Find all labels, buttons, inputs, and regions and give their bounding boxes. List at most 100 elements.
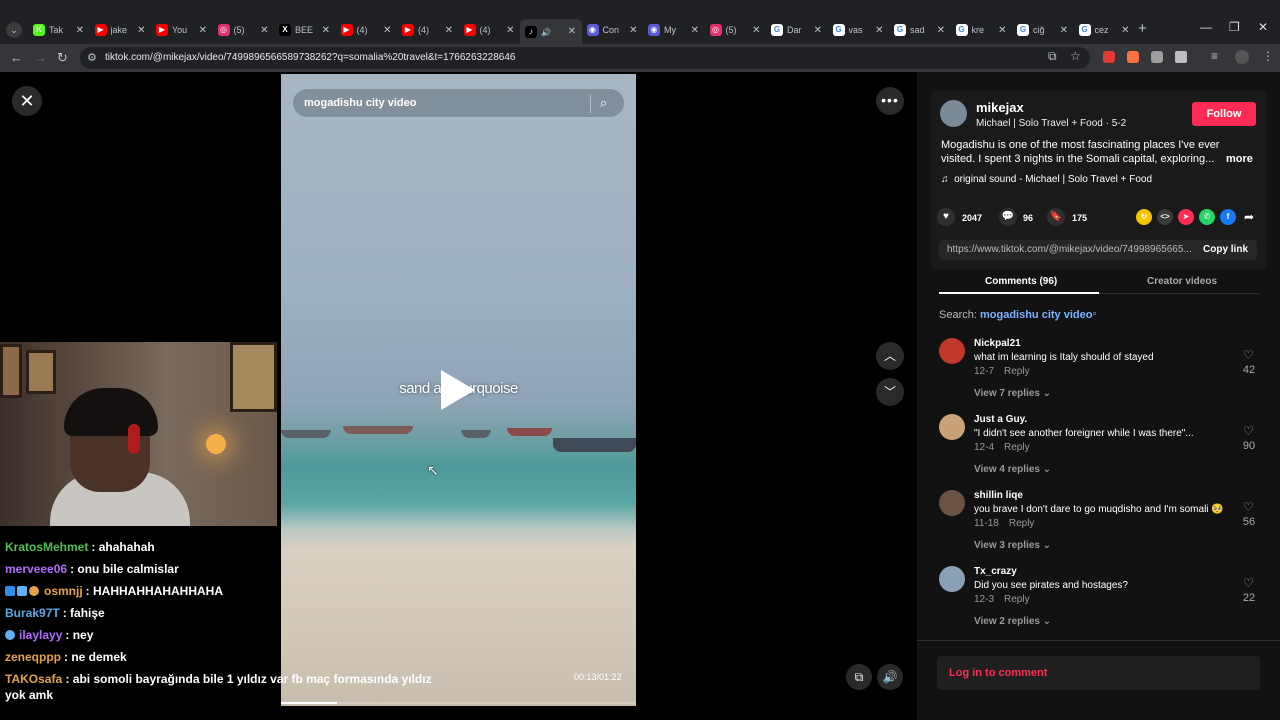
forward-icon[interactable]: → (34, 50, 47, 65)
view-replies-label[interactable]: View 4 replies (974, 464, 1040, 475)
browser-tab[interactable]: Gvas ✕ (828, 19, 890, 41)
browser-tab[interactable]: ▶ You ✕ (151, 19, 213, 41)
tab-close-icon[interactable]: ✕ (506, 25, 514, 36)
reply-button[interactable]: Reply (1009, 518, 1035, 529)
tab-close-icon[interactable]: ✕ (1121, 25, 1129, 36)
close-video-icon[interactable]: ✕ (12, 86, 42, 116)
view-replies-label[interactable]: View 2 replies (974, 616, 1040, 627)
tab-close-icon[interactable]: ✕ (814, 25, 822, 36)
tab-close-icon[interactable]: ✕ (322, 25, 330, 36)
site-info-icon[interactable]: ⚙ (87, 51, 97, 64)
login-to-comment-button[interactable]: Log in to comment (937, 656, 1260, 690)
browser-menu-icon[interactable]: ⋮ (1262, 49, 1274, 63)
floating-player-icon[interactable]: ⧉ (846, 664, 872, 690)
sound-link[interactable]: ♫ original sound - Michael | Solo Travel… (941, 174, 1152, 185)
media-control-icon[interactable]: ≡ (1211, 49, 1218, 63)
tab-close-icon[interactable]: ✕ (998, 25, 1006, 36)
extension-icon[interactable] (1103, 51, 1115, 63)
copy-link-button[interactable]: Copy link (1203, 244, 1248, 255)
browser-tab[interactable]: ◎ (5) ✕ (705, 19, 767, 41)
search-term-link[interactable]: mogadishu city video (980, 309, 1092, 321)
browser-tab[interactable]: G Dar ✕ (766, 19, 828, 41)
view-replies-label[interactable]: View 3 replies (974, 540, 1040, 551)
volume-icon[interactable]: 🔊 (877, 664, 903, 690)
tab-close-icon[interactable]: ✕ (260, 25, 268, 36)
comment-like-icon[interactable]: ♡ (1243, 576, 1254, 590)
facebook-icon[interactable]: f (1220, 209, 1236, 225)
follow-button[interactable]: Follow (1192, 102, 1256, 126)
send-to-friends-icon[interactable]: ➤ (1178, 209, 1194, 225)
comment-icon[interactable]: 💬 (999, 208, 1017, 226)
tab-close-icon[interactable]: ✕ (445, 25, 453, 36)
view-replies-button[interactable]: View 7 replies ⌄ (974, 388, 1051, 399)
comment-avatar[interactable] (939, 490, 965, 516)
browser-tab[interactable]: Gsad ✕ (889, 19, 951, 41)
more-options-icon[interactable]: ••• (876, 87, 904, 115)
tab-close-icon[interactable]: ✕ (752, 25, 760, 36)
tab-close-icon[interactable]: ✕ (629, 25, 637, 36)
tab-creator-videos[interactable]: Creator videos (1147, 276, 1217, 287)
comment-user[interactable]: Just a Guy. (974, 414, 1027, 425)
embed-icon[interactable]: <> (1157, 209, 1173, 225)
minimize-icon[interactable]: — (1200, 20, 1212, 34)
bookmark-icon[interactable]: 🔖 (1047, 208, 1065, 226)
bookmark-star-icon[interactable]: ☆ (1070, 49, 1081, 63)
view-replies-button[interactable]: View 4 replies ⌄ (974, 464, 1051, 475)
comment-avatar[interactable] (939, 566, 965, 592)
browser-tab[interactable]: ▶ jake ✕ (90, 19, 152, 41)
like-icon[interactable]: ♥ (937, 208, 955, 226)
browser-tab[interactable]: ▶ (4) ✕ (336, 19, 398, 41)
comment-like-icon[interactable]: ♡ (1243, 424, 1254, 438)
comment-user[interactable]: shillin liqe (974, 490, 1023, 501)
back-icon[interactable]: ← (10, 50, 23, 65)
comment-avatar[interactable] (939, 414, 965, 440)
video-search-query[interactable]: mogadishu city video (304, 97, 416, 109)
comment-user[interactable]: Tx_crazy (974, 566, 1017, 577)
next-video-icon[interactable]: ﹀ (876, 378, 904, 406)
tab-audio-icon[interactable]: 🔊 (541, 28, 551, 37)
tab-close-icon[interactable]: ✕ (937, 25, 945, 36)
restore-icon[interactable]: ❐ (1229, 20, 1240, 34)
browser-tab[interactable]: X BEE ✕ (274, 19, 336, 41)
browser-tab[interactable]: ▶ (4) ✕ (459, 19, 521, 41)
tab-search-icon[interactable]: ⌄ (6, 22, 22, 38)
login-to-comment-label[interactable]: Log in to comment (949, 667, 1047, 679)
address-url[interactable]: tiktok.com/@mikejax/video/74998965665897… (105, 52, 515, 63)
tab-close-icon[interactable]: ✕ (1060, 25, 1068, 36)
browser-tab[interactable]: Gcez ✕ (1074, 19, 1136, 41)
browser-tab[interactable]: Gciğ ✕ (1012, 19, 1074, 41)
sound-name[interactable]: original sound - Michael | Solo Travel +… (954, 174, 1152, 185)
comment-user[interactable]: Nickpal21 (974, 338, 1021, 349)
share-link-url[interactable]: https://www.tiktok.com/@mikejax/video/74… (947, 244, 1191, 255)
reply-button[interactable]: Reply (1004, 442, 1030, 453)
tab-close-icon[interactable]: ✕ (691, 25, 699, 36)
reply-button[interactable]: Reply (1004, 594, 1030, 605)
reload-icon[interactable]: ↻ (57, 50, 68, 66)
author-avatar[interactable] (940, 100, 967, 127)
comment-like-icon[interactable]: ♡ (1243, 500, 1254, 514)
search-icon[interactable]: ⌕ (600, 95, 607, 111)
tab-close-icon[interactable]: ✕ (137, 25, 145, 36)
browser-tab[interactable]: ♪ 🔊 ✕ (520, 19, 582, 44)
view-replies-button[interactable]: View 2 replies ⌄ (974, 616, 1051, 627)
play-icon[interactable] (441, 370, 475, 410)
comment-like-icon[interactable]: ♡ (1243, 348, 1254, 362)
install-app-icon[interactable]: ⧉ (1048, 49, 1057, 64)
tab-close-icon[interactable]: ✕ (199, 25, 207, 36)
browser-tab[interactable]: ▶ (4) ✕ (397, 19, 459, 41)
comment-avatar[interactable] (939, 338, 965, 364)
browser-tab[interactable]: ◎ (5) ✕ (213, 19, 275, 41)
browser-tab[interactable]: ◉ Con ✕ (582, 19, 644, 41)
tab-comments[interactable]: Comments (96) (985, 276, 1057, 287)
whatsapp-icon[interactable]: ✆ (1199, 209, 1215, 225)
tab-close-icon[interactable]: ✕ (76, 25, 84, 36)
new-tab-icon[interactable]: + (1138, 20, 1147, 37)
repost-icon[interactable]: ↻ (1136, 209, 1152, 225)
previous-video-icon[interactable]: ︿ (876, 342, 904, 370)
extension-icon[interactable] (1127, 51, 1139, 63)
profile-avatar[interactable] (1235, 50, 1249, 64)
extensions-puzzle-icon[interactable] (1175, 51, 1187, 63)
browser-tab[interactable]: Gkre ✕ (951, 19, 1013, 41)
extension-icon[interactable] (1151, 51, 1163, 63)
tab-close-icon[interactable]: ✕ (383, 25, 391, 36)
